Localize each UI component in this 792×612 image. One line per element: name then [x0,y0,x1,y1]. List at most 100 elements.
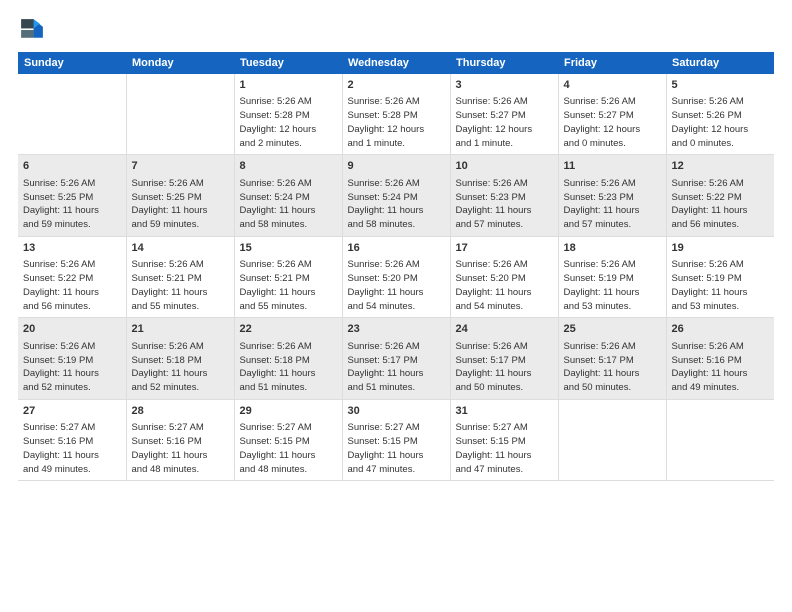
day-info-line: and 53 minutes. [672,300,770,314]
day-info-line: Daylight: 12 hours [564,123,661,137]
day-info-line: Daylight: 11 hours [348,204,445,218]
day-info-line: Daylight: 11 hours [672,286,770,300]
day-info-line: and 52 minutes. [23,381,121,395]
calendar-cell: 3Sunrise: 5:26 AMSunset: 5:27 PMDaylight… [450,74,558,155]
calendar-cell: 9Sunrise: 5:26 AMSunset: 5:24 PMDaylight… [342,155,450,236]
day-info-line: and 52 minutes. [132,381,229,395]
day-number: 30 [348,404,445,419]
day-info-line: and 2 minutes. [240,137,337,151]
calendar-cell: 25Sunrise: 5:26 AMSunset: 5:17 PMDayligh… [558,318,666,399]
calendar-cell: 31Sunrise: 5:27 AMSunset: 5:15 PMDayligh… [450,399,558,480]
day-info-line: Daylight: 12 hours [672,123,770,137]
day-number: 28 [132,404,229,419]
day-info-line: and 55 minutes. [240,300,337,314]
calendar-cell: 5Sunrise: 5:26 AMSunset: 5:26 PMDaylight… [666,74,774,155]
day-info-line: Daylight: 11 hours [23,367,121,381]
day-info-line: Sunset: 5:16 PM [672,354,770,368]
calendar-cell [18,74,126,155]
day-info-line: Sunset: 5:20 PM [456,272,553,286]
day-number: 29 [240,404,337,419]
day-info-line: Daylight: 12 hours [240,123,337,137]
day-info-line: and 49 minutes. [672,381,770,395]
day-info-line: and 1 minute. [456,137,553,151]
day-info-line: and 57 minutes. [564,218,661,232]
day-number: 15 [240,241,337,256]
day-info-line: Daylight: 11 hours [348,286,445,300]
day-info-line: Sunset: 5:15 PM [456,435,553,449]
day-number: 9 [348,159,445,174]
day-info-line: and 58 minutes. [240,218,337,232]
day-info-line: Sunrise: 5:26 AM [456,340,553,354]
day-info-line: Daylight: 11 hours [348,449,445,463]
day-info-line: Daylight: 11 hours [240,367,337,381]
day-info-line: Sunrise: 5:26 AM [672,258,770,272]
day-number: 27 [23,404,121,419]
day-info-line: Sunset: 5:25 PM [23,191,121,205]
logo-icon [18,16,46,44]
day-info-line: Sunset: 5:23 PM [456,191,553,205]
calendar-cell: 1Sunrise: 5:26 AMSunset: 5:28 PMDaylight… [234,74,342,155]
day-info-line: Sunrise: 5:26 AM [240,177,337,191]
day-info-line: Sunset: 5:21 PM [240,272,337,286]
day-info-line: Daylight: 11 hours [23,286,121,300]
day-info-line: Sunrise: 5:27 AM [456,421,553,435]
calendar-cell: 21Sunrise: 5:26 AMSunset: 5:18 PMDayligh… [126,318,234,399]
day-info-line: Sunset: 5:28 PM [348,109,445,123]
weekday-header: Thursday [450,52,558,74]
calendar-cell: 7Sunrise: 5:26 AMSunset: 5:25 PMDaylight… [126,155,234,236]
day-number: 22 [240,322,337,337]
day-info-line: Daylight: 11 hours [240,449,337,463]
day-info-line: Sunrise: 5:26 AM [672,95,770,109]
calendar-cell [126,74,234,155]
day-info-line: and 54 minutes. [456,300,553,314]
day-info-line: Sunrise: 5:27 AM [240,421,337,435]
day-info-line: Sunset: 5:22 PM [23,272,121,286]
day-number: 20 [23,322,121,337]
day-number: 25 [564,322,661,337]
day-number: 24 [456,322,553,337]
calendar-cell: 17Sunrise: 5:26 AMSunset: 5:20 PMDayligh… [450,236,558,317]
day-info-line: Sunset: 5:17 PM [564,354,661,368]
day-info-line: Sunset: 5:18 PM [240,354,337,368]
day-info-line: Sunset: 5:19 PM [564,272,661,286]
day-info-line: Daylight: 11 hours [132,204,229,218]
day-info-line: Sunset: 5:24 PM [348,191,445,205]
calendar-cell: 27Sunrise: 5:27 AMSunset: 5:16 PMDayligh… [18,399,126,480]
day-info-line: and 54 minutes. [348,300,445,314]
day-info-line: Daylight: 11 hours [456,449,553,463]
day-info-line: Daylight: 11 hours [456,367,553,381]
day-info-line: Sunrise: 5:26 AM [132,258,229,272]
day-info-line: Sunset: 5:20 PM [348,272,445,286]
day-info-line: Daylight: 12 hours [456,123,553,137]
weekday-header-row: SundayMondayTuesdayWednesdayThursdayFrid… [18,52,774,74]
logo [18,16,50,44]
day-info-line: and 50 minutes. [456,381,553,395]
header [18,16,774,44]
day-info-line: Daylight: 11 hours [348,367,445,381]
day-info-line: Sunset: 5:19 PM [23,354,121,368]
day-info-line: and 48 minutes. [132,463,229,477]
day-info-line: Sunset: 5:21 PM [132,272,229,286]
calendar-cell: 30Sunrise: 5:27 AMSunset: 5:15 PMDayligh… [342,399,450,480]
day-info-line: Sunrise: 5:26 AM [240,95,337,109]
day-info-line: and 56 minutes. [672,218,770,232]
day-number: 8 [240,159,337,174]
day-info-line: and 1 minute. [348,137,445,151]
day-info-line: and 58 minutes. [348,218,445,232]
day-number: 12 [672,159,770,174]
day-info-line: Sunset: 5:26 PM [672,109,770,123]
day-info-line: Daylight: 11 hours [23,449,121,463]
day-info-line: Daylight: 12 hours [348,123,445,137]
day-info-line: Daylight: 11 hours [672,204,770,218]
day-info-line: Daylight: 11 hours [564,367,661,381]
calendar-week-row: 27Sunrise: 5:27 AMSunset: 5:16 PMDayligh… [18,399,774,480]
day-info-line: and 47 minutes. [456,463,553,477]
day-info-line: Sunset: 5:28 PM [240,109,337,123]
day-info-line: Sunrise: 5:26 AM [456,95,553,109]
day-info-line: and 51 minutes. [348,381,445,395]
calendar-cell: 2Sunrise: 5:26 AMSunset: 5:28 PMDaylight… [342,74,450,155]
page: SundayMondayTuesdayWednesdayThursdayFrid… [0,0,792,612]
calendar-cell: 16Sunrise: 5:26 AMSunset: 5:20 PMDayligh… [342,236,450,317]
day-info-line: Sunrise: 5:27 AM [132,421,229,435]
day-info-line: Daylight: 11 hours [240,204,337,218]
